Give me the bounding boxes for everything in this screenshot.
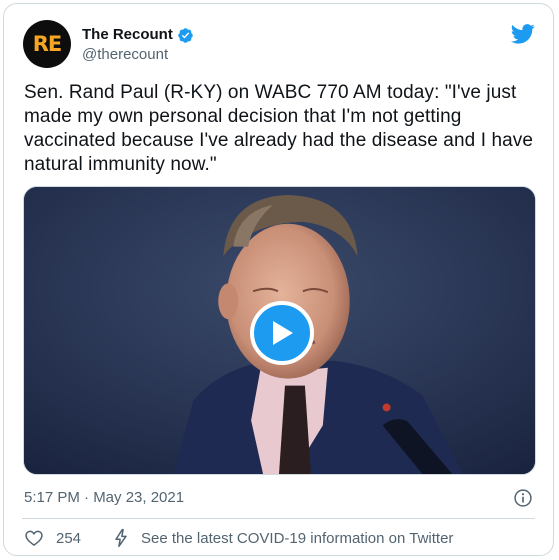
- covid-info-link[interactable]: See the latest COVID-19 information on T…: [111, 528, 453, 548]
- info-icon[interactable]: [513, 488, 533, 508]
- handle[interactable]: @therecount: [82, 45, 194, 65]
- divider: [22, 518, 535, 519]
- avatar[interactable]: RE: [23, 20, 71, 68]
- author-block: The Recount @therecount: [82, 26, 194, 65]
- tweet-text: Sen. Rand Paul (R-KY) on WABC 770 AM tod…: [24, 82, 534, 175]
- display-name[interactable]: The Recount: [82, 26, 173, 44]
- twitter-bird-icon[interactable]: [511, 24, 535, 44]
- heart-icon: [25, 530, 43, 546]
- tweet-card[interactable]: RE The Recount @therecount Sen. Rand Pau…: [3, 3, 554, 556]
- avatar-logo-text: RE: [32, 32, 62, 56]
- verified-badge-icon: [178, 27, 193, 43]
- play-icon: [273, 321, 293, 345]
- covid-info-text: See the latest COVID-19 information on T…: [141, 529, 454, 547]
- video-player[interactable]: [23, 186, 536, 475]
- tweet-actions: 254 See the latest COVID-19 information …: [24, 528, 453, 548]
- lightning-icon: [115, 528, 127, 548]
- play-button[interactable]: [250, 301, 314, 365]
- tweet-timestamp[interactable]: 5:17 PM · May 23, 2021: [24, 488, 184, 508]
- author-name-row: The Recount: [82, 26, 194, 44]
- like-button[interactable]: 254: [24, 528, 81, 548]
- like-count: 254: [56, 529, 82, 547]
